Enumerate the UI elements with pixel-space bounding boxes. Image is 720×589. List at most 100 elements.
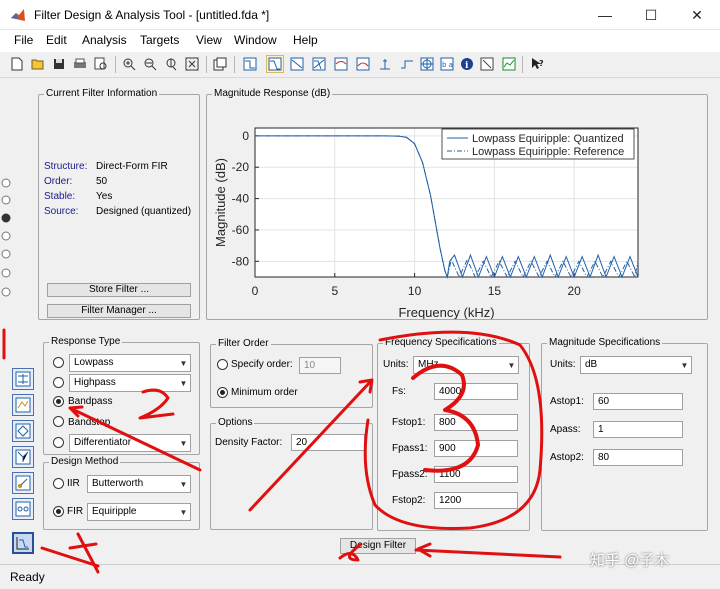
realize-model-icon[interactable] xyxy=(12,472,34,494)
stable-value: Yes xyxy=(96,191,113,202)
pole-zero-editor-icon[interactable] xyxy=(12,420,34,442)
info-icon[interactable]: i xyxy=(458,55,476,73)
quantization-icon[interactable] xyxy=(12,498,34,520)
differentiator-select-value: Differentiator xyxy=(74,437,132,448)
toolbar-separator xyxy=(206,56,207,73)
fdatool-window: Filter Design & Analysis Tool - [untitle… xyxy=(0,0,720,589)
menu-edit[interactable]: Edit xyxy=(46,33,67,47)
source-label: Source: xyxy=(44,206,79,217)
radio-differentiator[interactable] xyxy=(53,437,64,448)
radio-minimum-order[interactable] xyxy=(217,387,228,398)
magnitude-response-icon[interactable] xyxy=(266,55,284,73)
freq-units-select[interactable]: MHz ▼ xyxy=(413,356,519,374)
magnitude-estimate-icon[interactable] xyxy=(500,55,518,73)
lowpass-select[interactable]: Lowpass ▼ xyxy=(69,354,191,372)
full-view-icon[interactable] xyxy=(183,55,201,73)
panel-title: Design Method xyxy=(49,456,121,468)
menu-targets[interactable]: Targets xyxy=(140,33,179,47)
menu-analysis[interactable]: Analysis xyxy=(82,33,127,47)
filter-specs-icon[interactable] xyxy=(241,55,259,73)
menu-view[interactable]: View xyxy=(196,33,222,47)
print-preview-icon[interactable] xyxy=(92,55,110,73)
filter-coefficients-icon[interactable]: b a xyxy=(438,55,456,73)
transform-filter-icon[interactable] xyxy=(12,368,34,390)
x-tick-label: 15 xyxy=(488,284,502,298)
order-label: Order: xyxy=(44,176,73,187)
store-filter-button[interactable]: Store Filter ... xyxy=(47,283,191,297)
menu-window[interactable]: Window xyxy=(234,33,277,47)
zoom-x-icon[interactable] xyxy=(141,55,159,73)
stable-label: Stable: xyxy=(44,191,76,202)
zoom-in-icon[interactable] xyxy=(120,55,138,73)
phase-delay-icon[interactable] xyxy=(354,55,372,73)
fpass2-input[interactable]: 1100 xyxy=(434,466,518,483)
toolbar-separator xyxy=(234,56,235,73)
y-tick-label: 0 xyxy=(242,129,249,143)
radio-bandpass[interactable] xyxy=(53,396,64,407)
highpass-select[interactable]: Highpass ▼ xyxy=(69,374,191,392)
status-text: Ready xyxy=(10,570,45,584)
maximize-button[interactable]: ☐ xyxy=(628,0,674,30)
import-filter-icon[interactable] xyxy=(12,446,34,468)
filter-manager-button[interactable]: Filter Manager ... xyxy=(47,304,191,318)
panel-title: Current Filter Information xyxy=(44,88,160,100)
mag-units-select[interactable]: dB ▼ xyxy=(580,356,692,374)
radio-iir[interactable] xyxy=(53,478,64,489)
order-input[interactable]: 10 xyxy=(299,357,341,374)
astop1-input[interactable]: 60 xyxy=(593,393,683,410)
fs-input[interactable]: 4000 xyxy=(434,383,518,400)
pole-zero-icon[interactable] xyxy=(418,55,436,73)
window-title: Filter Design & Analysis Tool - [untitle… xyxy=(34,8,270,22)
new-window-icon[interactable] xyxy=(211,55,229,73)
clipped-left-panel xyxy=(1,178,11,297)
design-filter-button[interactable]: Design Filter xyxy=(340,538,416,554)
create-multirate-icon[interactable] xyxy=(12,394,34,416)
radio-highpass[interactable] xyxy=(53,377,64,388)
menu-file[interactable]: File xyxy=(14,33,33,47)
differentiator-select[interactable]: Differentiator ▼ xyxy=(69,434,191,452)
print-icon[interactable] xyxy=(71,55,89,73)
legend-entry: Lowpass Equiripple: Reference xyxy=(472,146,624,158)
fstop2-label: Fstop2: xyxy=(392,495,426,506)
astop2-input[interactable]: 80 xyxy=(593,449,683,466)
rounding-noise-icon[interactable] xyxy=(478,55,496,73)
radio-lowpass[interactable] xyxy=(53,357,64,368)
fstop2-input[interactable]: 1200 xyxy=(434,492,518,509)
fpass1-input[interactable]: 900 xyxy=(434,440,518,457)
matlab-logo-icon xyxy=(10,7,26,23)
open-folder-icon[interactable] xyxy=(29,55,47,73)
whats-this-help-icon[interactable]: ? xyxy=(528,55,546,73)
lowpass-select-value: Lowpass xyxy=(74,357,114,368)
density-factor-input[interactable]: 20 xyxy=(291,434,365,451)
iir-method-select[interactable]: Butterworth ▼ xyxy=(87,475,191,493)
magnitude-response-chart[interactable]: 0 5 10 15 20 0 -20 -40 -60 -80 Frequency (kHz) Magn… xyxy=(207,100,707,319)
close-button[interactable]: ✕ xyxy=(674,0,720,30)
fir-label: FIR xyxy=(67,506,84,517)
new-file-icon[interactable] xyxy=(8,55,26,73)
order-value: 50 xyxy=(96,176,108,187)
group-delay-icon[interactable] xyxy=(332,55,350,73)
mag-phase-icon[interactable] xyxy=(310,55,328,73)
iir-method-value: Butterworth xyxy=(92,478,144,489)
impulse-response-icon[interactable] xyxy=(376,55,394,73)
specify-order-label: Specify order: xyxy=(231,359,293,370)
zoom-y-icon[interactable] xyxy=(162,55,180,73)
step-response-icon[interactable] xyxy=(398,55,416,73)
panel-title: Frequency Specifications xyxy=(383,337,499,349)
apass-input[interactable]: 1 xyxy=(593,421,683,438)
fir-method-select[interactable]: Equiripple ▼ xyxy=(87,503,191,521)
filter-order-panel: Filter Order xyxy=(210,338,373,408)
fstop1-input[interactable]: 800 xyxy=(434,414,518,431)
minimize-button[interactable]: — xyxy=(582,0,628,30)
minimum-order-label: Minimum order xyxy=(231,387,298,398)
menu-help[interactable]: Help xyxy=(293,33,318,47)
design-filter-mode-icon[interactable] xyxy=(12,532,34,554)
radio-bandstop[interactable] xyxy=(53,416,64,427)
x-tick-label: 5 xyxy=(331,284,338,298)
phase-response-icon[interactable] xyxy=(288,55,306,73)
freq-units-label: Units: xyxy=(383,359,409,370)
save-icon[interactable] xyxy=(50,55,68,73)
radio-specify-order[interactable] xyxy=(217,359,228,370)
y-axis-label: Magnitude (dB) xyxy=(213,158,228,247)
radio-fir[interactable] xyxy=(53,506,64,517)
